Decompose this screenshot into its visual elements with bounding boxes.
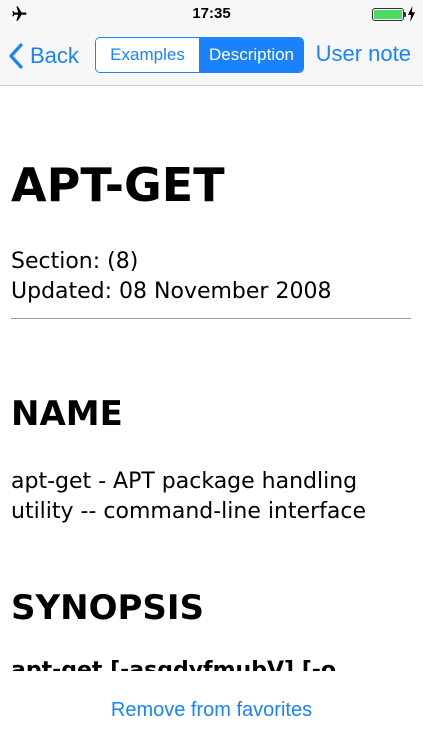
back-label: Back: [30, 43, 79, 68]
page-title: APT-GET: [11, 158, 225, 212]
navigation-bar: Back Examples Description User note: [0, 28, 423, 86]
synopsis-heading: SYNOPSIS: [11, 588, 205, 628]
page-meta: Section: (8) Updated: 08 November 2008: [11, 247, 331, 307]
synopsis-text: apt-get [-asqdyfmubV] [-o: [11, 658, 336, 671]
status-bar: 17:35: [0, 0, 423, 28]
back-button[interactable]: Back: [8, 39, 79, 73]
segment-examples[interactable]: Examples: [96, 38, 200, 72]
battery-icon: [372, 8, 404, 21]
man-page-content[interactable]: APT-GET Section: (8) Updated: 08 Novembe…: [0, 86, 423, 671]
bottom-bar: Remove from favorites: [0, 671, 423, 750]
section-line: Section: (8): [11, 249, 139, 274]
status-time: 17:35: [192, 5, 231, 22]
remove-from-favorites-button[interactable]: Remove from favorites: [0, 699, 423, 722]
battery-nub: [404, 12, 406, 17]
updated-line: Updated: 08 November 2008: [11, 279, 332, 304]
name-heading: NAME: [11, 394, 123, 434]
name-text: apt-get - APT package handling utility -…: [11, 469, 366, 524]
chevron-left-icon: [9, 43, 23, 69]
divider: [11, 318, 411, 319]
user-note-button[interactable]: User note: [316, 41, 411, 67]
battery-fill: [374, 10, 402, 19]
charging-bolt-icon: [407, 6, 416, 22]
segment-description[interactable]: Description: [200, 38, 303, 72]
segmented-control: Examples Description: [95, 37, 304, 73]
